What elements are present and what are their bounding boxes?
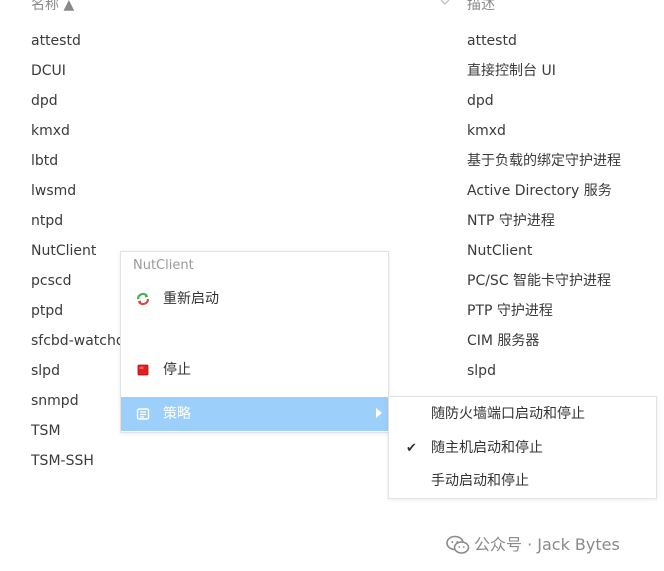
service-description: PTP 守护进程	[467, 303, 553, 319]
service-description: NTP 守护进程	[467, 213, 555, 229]
policy-submenu: 随防火墙端口启动和停止 ✔ 随主机启动和停止 手动启动和停止	[388, 396, 657, 499]
service-name: lbtd	[31, 153, 59, 169]
restart-menu-item[interactable]: 重新启动	[121, 283, 388, 315]
service-name: lwsmd	[31, 183, 77, 199]
policy-option-manual[interactable]: 手动启动和停止	[389, 464, 656, 498]
service-description: Active Directory 服务	[467, 183, 612, 199]
service-name: ptpd	[31, 303, 64, 319]
service-description: slpd	[467, 363, 496, 379]
policy-label: 策略	[163, 406, 191, 422]
service-name: NutClient	[31, 243, 97, 259]
service-description: NutClient	[467, 243, 533, 259]
table-row[interactable]: ntpd NTP 守护进程	[0, 206, 664, 236]
table-row[interactable]: kmxd kmxd	[0, 116, 664, 146]
check-icon: ✔	[406, 441, 417, 456]
service-name: snmpd	[31, 393, 79, 409]
service-description: kmxd	[467, 123, 506, 139]
policy-option-label: 随主机启动和停止	[431, 440, 543, 456]
service-name: ntpd	[31, 213, 64, 229]
stop-icon	[137, 364, 149, 376]
table-row[interactable]: lbtd 基于负载的绑定守护进程	[0, 146, 664, 176]
chevron-down-icon[interactable]	[440, 0, 450, 6]
watermark-text: 公众号 · Jack Bytes	[474, 535, 620, 554]
stop-menu-item[interactable]: 停止	[121, 354, 388, 386]
chevron-right-icon	[376, 408, 382, 418]
column-header-description[interactable]: 描述	[467, 0, 495, 14]
policy-option-host[interactable]: ✔ 随主机启动和停止	[389, 431, 656, 465]
service-description: PC/SC 智能卡守护进程	[467, 273, 612, 289]
service-name: TSM-SSH	[31, 453, 94, 469]
service-description: 直接控制台 UI	[467, 63, 556, 79]
policy-icon	[136, 408, 150, 420]
context-menu-title: NutClient	[133, 258, 194, 273]
table-row[interactable]: attestd attestd	[0, 26, 664, 56]
service-name: pcscd	[31, 273, 72, 289]
policy-option-firewall[interactable]: 随防火墙端口启动和停止	[389, 397, 656, 431]
restart-label: 重新启动	[163, 291, 219, 307]
service-name: kmxd	[31, 123, 70, 139]
service-description: CIM 服务器	[467, 333, 540, 349]
table-row[interactable]: DCUI 直接控制台 UI	[0, 56, 664, 86]
context-menu: NutClient 重新启动 停止 策略	[120, 251, 389, 433]
service-description: 基于负载的绑定守护进程	[467, 153, 621, 169]
service-name: attestd	[31, 33, 81, 49]
policy-option-label: 手动启动和停止	[431, 473, 529, 489]
service-description: attestd	[467, 33, 517, 49]
policy-menu-item[interactable]: 策略	[121, 397, 388, 431]
service-name: DCUI	[31, 63, 66, 79]
service-name: TSM	[31, 423, 61, 439]
table-row[interactable]: lwsmd Active Directory 服务	[0, 176, 664, 206]
service-name: slpd	[31, 363, 60, 379]
restart-icon	[136, 292, 150, 306]
stop-label: 停止	[163, 362, 191, 378]
table-row[interactable]: dpd dpd	[0, 86, 664, 116]
column-header-name[interactable]: 名称 ▲	[31, 0, 74, 14]
wechat-icon	[446, 535, 470, 554]
service-name: dpd	[31, 93, 58, 109]
policy-option-label: 随防火墙端口启动和停止	[431, 406, 585, 422]
service-name: sfcbd-watchd	[31, 333, 125, 349]
service-description: dpd	[467, 93, 494, 109]
